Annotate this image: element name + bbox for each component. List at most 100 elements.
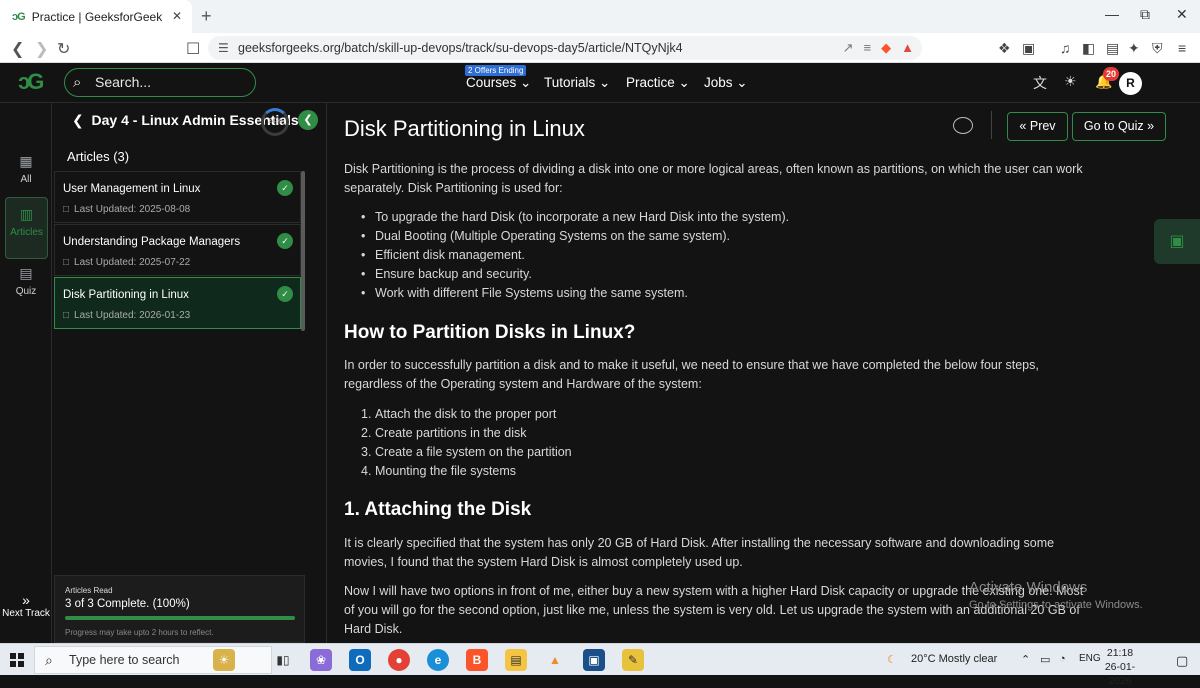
book-icon: □ [63,204,70,215]
tab-title: Practice | GeeksforGeeks | A com [31,9,162,24]
clipboard-icon: ▤ [19,265,33,281]
list-item: To upgrade the hard Disk (to incorporate… [361,208,789,227]
chrome-icon[interactable]: ● [388,649,410,671]
file-explorer-icon[interactable]: ▤ [505,649,527,671]
article-updated: Last Updated: 2026-01-23 [74,310,191,321]
copilot-icon[interactable]: ❀ [310,649,332,671]
battery-icon[interactable]: ▭ [1040,653,1050,666]
activate-windows-subtitle: Go to Settings to activate Windows. [969,599,1143,611]
tray-chevron-icon[interactable]: ⌃ [1021,653,1030,666]
url-text: geeksforgeeks.org/batch/skill-up-devops/… [238,41,683,55]
notification-badge: 20 [1103,67,1119,81]
list-item: Work with different File Systems using t… [361,284,789,303]
left-rail: ▦ All ▥ Articles ▤ Quiz [0,103,52,643]
book-icon: □ [63,310,70,321]
edge-icon[interactable]: e [427,649,449,671]
clock-time: 21:18 [1106,647,1134,659]
translate-icon[interactable]: 文 [1033,73,1047,93]
weather-icon[interactable]: ☾ [887,653,897,666]
sidebar-icon[interactable]: ◧ [1082,40,1095,57]
article-title: Disk Partitioning in Linux [344,116,585,141]
vlc-icon[interactable]: ▲ [544,649,566,671]
wallet-icon[interactable]: ▤ [1106,40,1119,57]
comment-icon[interactable] [953,117,973,134]
back-icon[interactable]: ❮ [11,39,24,59]
list-item: Efficient disk management. [361,246,789,265]
articles-read-fill [65,616,295,620]
forward-icon[interactable]: ❯ [35,39,48,59]
share-icon[interactable]: ↗ [843,36,854,60]
address-bar-row: ❮ ❯ ↻ ☐ ☰ geeksforgeeks.org/batch/skill-… [0,33,1200,63]
leo-icon[interactable]: ✦ [1128,40,1140,57]
collapse-sidebar-button[interactable]: ❮ [298,110,318,130]
nav-jobs[interactable]: Jobs ⌄ [704,75,748,91]
article-card-user-management[interactable]: User Management in Linux □ Last Updated: … [54,171,301,223]
sticky-notes-icon[interactable]: ✎ [622,649,644,671]
search-input[interactable]: ⌕ Search... [64,68,256,97]
rail-quiz[interactable]: ▤ Quiz [0,265,52,297]
next-track-button[interactable]: » Next Track [0,592,52,619]
list-item: Ensure backup and security. [361,265,789,284]
screenshot-icon[interactable]: ▣ [1022,40,1035,57]
taskbar-search-input[interactable]: ⌕ Type here to search [34,646,272,674]
article-card-disk-partitioning[interactable]: Disk Partitioning in Linux □ Last Updated… [54,277,301,329]
vpn-icon[interactable]: ⛨ [1152,40,1163,57]
menu-icon[interactable]: ≡ [1178,40,1186,56]
article-title: Disk Partitioning in Linux [63,289,189,301]
activate-windows-title: Activate Windows [969,579,1088,596]
divider [991,111,992,139]
nav-courses[interactable]: Courses ⌄ [466,75,531,91]
how-paragraph: In order to successfully partition a dis… [344,358,1039,391]
check-icon: ✓ [277,180,293,196]
site-info-icon[interactable]: ☰ [218,36,229,60]
steps-list: 1. Attach the disk to the proper port 2. C… [361,405,572,481]
browser-tabbar: ɔG Practice | GeeksforGeeks | A com ✕ + … [0,0,1200,33]
media-icon[interactable]: ♫ [1060,40,1071,56]
reload-icon[interactable]: ↻ [57,39,70,59]
virtualbox-icon[interactable]: ▣ [583,649,605,671]
close-tab-icon[interactable]: ✕ [172,9,182,23]
theme-toggle-icon[interactable]: ☀ [1064,73,1077,90]
search-icon: ⌕ [73,74,82,91]
brave-shield-icon[interactable]: ◆ [881,36,891,60]
windows-start-icon[interactable] [10,653,24,667]
double-chevron-right-icon: » [22,592,30,608]
articles-read-panel: Articles Read 3 of 3 Complete. (100%) Pr… [54,575,305,643]
brave-icon[interactable]: B [466,649,488,671]
avatar[interactable]: R [1119,72,1142,95]
bookmark-icon[interactable]: ☐ [186,39,200,59]
rail-articles[interactable]: ▥ Articles [5,197,48,259]
progress-note: Progress may take upto 2 hours to reflec… [65,628,214,637]
new-tab-icon[interactable]: + [201,6,212,27]
list-item: 1. Attach the disk to the proper port [361,407,557,421]
go-to-quiz-button[interactable]: Go to Quiz » [1072,112,1166,141]
extensions-icon[interactable]: ❖ [998,40,1011,57]
rss-icon[interactable]: ≡ [864,36,872,60]
prev-button[interactable]: « Prev [1007,112,1068,141]
maximize-icon[interactable]: ⧉ [1140,6,1150,23]
browser-tab[interactable]: ɔG Practice | GeeksforGeeks | A com ✕ [0,0,192,33]
minimize-icon[interactable]: — [1105,6,1119,22]
close-window-icon[interactable]: ✕ [1176,6,1188,23]
wifi-icon[interactable]: ◔ [1059,653,1066,665]
grid-icon: ▦ [19,153,33,169]
outlook-icon[interactable]: O [349,649,371,671]
article-card-package-managers[interactable]: Understanding Package Managers □ Last Upd… [54,224,301,276]
nav-tutorials[interactable]: Tutorials ⌄ [544,75,610,91]
rail-all[interactable]: ▦ All [0,153,52,185]
sidebar-scrollbar[interactable] [301,171,305,331]
notifications-icon[interactable]: ▢ [1176,653,1188,669]
heading-how-to-partition: How to Partition Disks in Linux? [344,322,636,343]
task-view-icon[interactable]: ▮▯ [272,649,294,671]
clock[interactable]: 21:18 26-01-2026 [1096,646,1144,688]
list-item: Dual Booting (Multiple Operating Systems… [361,227,789,246]
chat-icon[interactable]: ▣ [1154,219,1200,264]
site-header: ɔG ⌕ Search... 2 Offers Ending Courses ⌄… [0,63,1200,103]
gfg-logo[interactable]: ɔG [18,69,44,95]
weather-text[interactable]: 20°C Mostly clear [911,653,997,665]
weather-widget-icon[interactable]: ☀ [213,649,235,671]
attach-paragraph-1: It is clearly specified that the system … [344,536,1055,569]
url-field[interactable]: ☰ geeksforgeeks.org/batch/skill-up-devop… [208,36,922,60]
nav-practice[interactable]: Practice ⌄ [626,75,690,91]
brave-rewards-icon[interactable]: ▲ [901,36,914,60]
